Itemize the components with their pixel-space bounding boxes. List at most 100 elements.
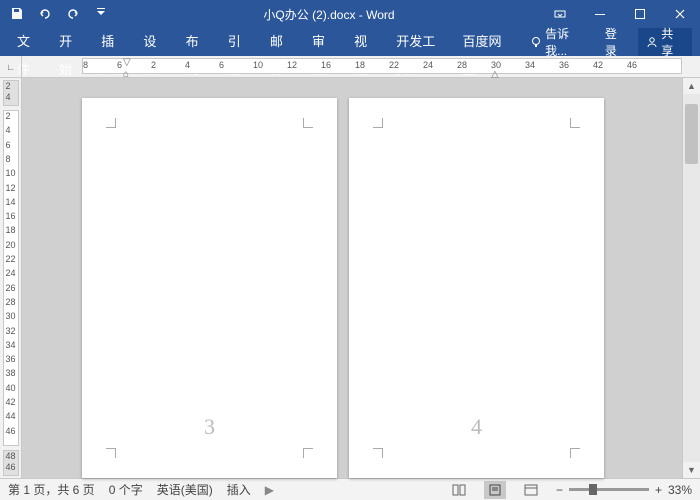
save-button[interactable]: [4, 2, 30, 26]
margin-corner-icon: [303, 448, 313, 458]
document-page[interactable]: 3: [82, 98, 337, 478]
horizontal-ruler[interactable]: 86246101216182224283034364246 ▽ ⌂ △: [82, 58, 682, 74]
page-number: 4: [349, 414, 604, 440]
hruler-tick: 46: [627, 60, 637, 70]
hruler-tick: 16: [321, 60, 331, 70]
margin-corner-icon: [570, 118, 580, 128]
ribbon-tab-10[interactable]: 百度网盘: [454, 28, 520, 56]
ribbon-tab-6[interactable]: 邮件: [261, 28, 303, 56]
scroll-up-button[interactable]: ▲: [683, 78, 700, 94]
document-page[interactable]: 4: [349, 98, 604, 478]
ribbon-tab-2[interactable]: 插入: [92, 28, 134, 56]
word-count-status[interactable]: 0 个字: [109, 481, 143, 498]
redo-button[interactable]: [60, 2, 86, 26]
vruler-tick: 4: [6, 125, 11, 135]
vruler-tick: 12: [6, 183, 16, 193]
undo-button[interactable]: [32, 2, 58, 26]
zoom-out-button[interactable]: −: [556, 483, 563, 497]
read-mode-button[interactable]: [448, 481, 470, 499]
hruler-tick: 4: [185, 60, 190, 70]
zoom-level[interactable]: 33%: [668, 483, 692, 497]
ribbon-tabs: 文件开始插入设计布局引用邮件审阅视图开发工具百度网盘 告诉我... 登录 共享: [0, 28, 700, 56]
web-layout-button[interactable]: [520, 481, 542, 499]
hruler-tick: 28: [457, 60, 467, 70]
vruler-tick: 2: [6, 111, 11, 121]
ribbon-tab-9[interactable]: 开发工具: [387, 28, 453, 56]
maximize-button[interactable]: [620, 0, 660, 28]
close-button[interactable]: [660, 0, 700, 28]
vertical-ruler[interactable]: 2468101214161820222426283032343638404244…: [3, 110, 19, 446]
qat-customize-button[interactable]: [88, 2, 114, 26]
vruler-tick: 28: [6, 297, 16, 307]
ribbon-tab-4[interactable]: 布局: [177, 28, 219, 56]
language-status[interactable]: 英语(美国): [157, 481, 213, 498]
margin-corner-icon: [373, 118, 383, 128]
lightbulb-icon: [530, 36, 541, 48]
insert-mode-status[interactable]: 插入: [227, 481, 251, 498]
work-area: 24 2468101214161820222426283032343638404…: [0, 78, 700, 478]
ribbon-tab-5[interactable]: 引用: [219, 28, 261, 56]
title-bar: 小Q办公 (2).docx - Word: [0, 0, 700, 28]
zoom-controls: − + 33%: [556, 483, 692, 497]
vertical-ruler-margin-bottom[interactable]: 4846: [3, 450, 19, 476]
vruler-tick: 20: [6, 240, 16, 250]
vruler-tick: 46: [6, 462, 16, 472]
vruler-tick: 18: [6, 225, 16, 235]
vruler-tick: 44: [6, 411, 16, 421]
quick-access-toolbar: [0, 2, 118, 26]
vruler-tick: 4: [6, 92, 11, 102]
scroll-down-button[interactable]: ▼: [683, 462, 700, 478]
hruler-tick: 22: [389, 60, 399, 70]
vruler-tick: 8: [6, 154, 11, 164]
ribbon-tab-7[interactable]: 审阅: [303, 28, 345, 56]
margin-corner-icon: [303, 118, 313, 128]
hruler-tick: 24: [423, 60, 433, 70]
vruler-tick: 46: [6, 426, 16, 436]
tell-me-label: 告诉我...: [545, 25, 589, 59]
hruler-tick: 6: [117, 60, 122, 70]
vruler-tick: 24: [6, 268, 16, 278]
scroll-track[interactable]: [683, 94, 700, 462]
print-layout-button[interactable]: [484, 481, 506, 499]
hruler-tick: 12: [287, 60, 297, 70]
zoom-in-button[interactable]: +: [655, 483, 662, 497]
vruler-tick: 30: [6, 311, 16, 321]
zoom-slider-knob[interactable]: [589, 484, 597, 495]
margin-corner-icon: [373, 448, 383, 458]
vruler-tick: 48: [6, 451, 16, 461]
ribbon-tab-1[interactable]: 开始: [50, 28, 92, 56]
hruler-tick: 6: [219, 60, 224, 70]
vertical-ruler-margin-top[interactable]: 24: [3, 80, 19, 106]
vruler-tick: 34: [6, 340, 16, 350]
vruler-tick: 36: [6, 354, 16, 364]
indent-marker-top-icon[interactable]: ▽: [123, 57, 131, 68]
vruler-tick: 40: [6, 383, 16, 393]
tell-me-search[interactable]: 告诉我...: [524, 25, 595, 59]
share-label: 共享: [661, 25, 684, 59]
macro-status-icon[interactable]: ▶: [265, 483, 274, 497]
hruler-tick: 34: [525, 60, 535, 70]
vertical-scrollbar[interactable]: ▲ ▼: [682, 78, 700, 478]
ribbon-options-button[interactable]: [540, 0, 580, 28]
vruler-tick: 32: [6, 326, 16, 336]
share-button[interactable]: 共享: [638, 28, 692, 56]
page-number: 3: [82, 414, 337, 440]
window-title: 小Q办公 (2).docx - Word: [118, 6, 540, 23]
minimize-button[interactable]: [580, 0, 620, 28]
ribbon-tab-0[interactable]: 文件: [8, 28, 50, 56]
page-count-status[interactable]: 第 1 页，共 6 页: [8, 481, 95, 498]
window-controls: [540, 0, 700, 28]
vruler-tick: 26: [6, 283, 16, 293]
ruler-corner[interactable]: ∟: [0, 56, 22, 78]
ribbon-tab-8[interactable]: 视图: [345, 28, 387, 56]
sign-in-button[interactable]: 登录: [597, 25, 636, 59]
ribbon-tab-3[interactable]: 设计: [134, 28, 176, 56]
hruler-tick: 8: [83, 60, 88, 70]
hruler-tick: 10: [253, 60, 263, 70]
status-bar: 第 1 页，共 6 页 0 个字 英语(美国) 插入 ▶ − + 33%: [0, 478, 700, 500]
zoom-slider[interactable]: [569, 488, 649, 491]
document-canvas[interactable]: 34: [22, 78, 682, 478]
scroll-thumb[interactable]: [685, 104, 698, 164]
share-icon: [646, 36, 657, 48]
vruler-tick: 10: [6, 168, 16, 178]
